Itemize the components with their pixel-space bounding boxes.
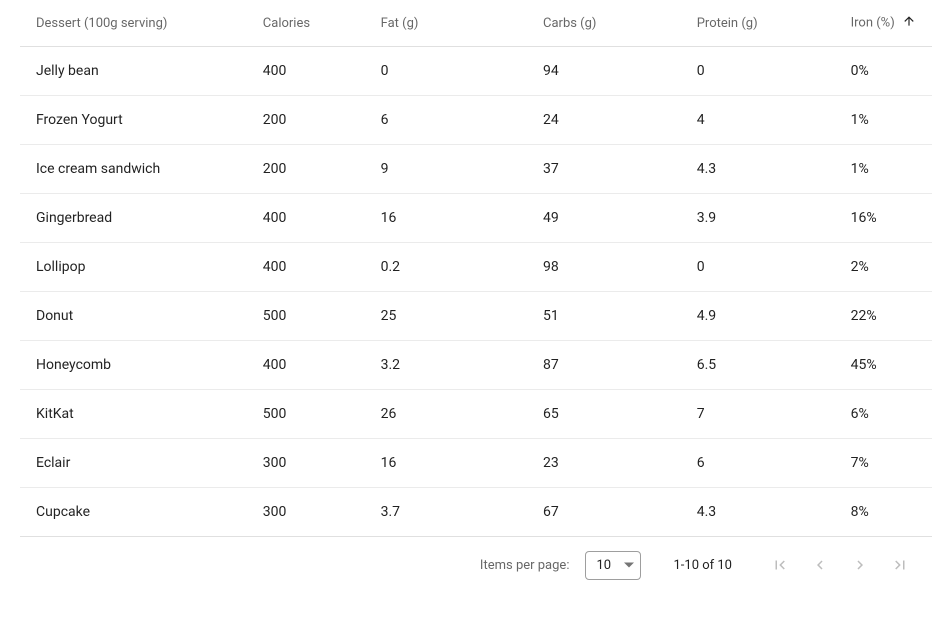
- cell-calories: 400: [247, 341, 365, 390]
- cell-calories: 400: [247, 194, 365, 243]
- cell-protein: 4: [681, 96, 835, 145]
- table-row: Frozen Yogurt20062441%: [20, 96, 932, 145]
- cell-fat: 0.2: [365, 243, 527, 292]
- table-row: Lollipop4000.29802%: [20, 243, 932, 292]
- cell-iron: 8%: [835, 488, 932, 537]
- cell-calories: 400: [247, 47, 365, 96]
- cell-carbs: 87: [527, 341, 681, 390]
- last-page-button[interactable]: [884, 549, 916, 581]
- prev-page-button[interactable]: [804, 549, 836, 581]
- cell-dessert: Lollipop: [20, 243, 247, 292]
- data-table: Dessert (100g serving) Calories Fat (g) …: [0, 0, 952, 593]
- cell-carbs: 23: [527, 439, 681, 488]
- page-size-value: 10: [596, 558, 611, 573]
- cell-protein: 4.3: [681, 145, 835, 194]
- table-row: Jelly bean40009400%: [20, 47, 932, 96]
- cell-protein: 6: [681, 439, 835, 488]
- cell-carbs: 65: [527, 390, 681, 439]
- cell-calories: 500: [247, 390, 365, 439]
- table-row: Eclair300162367%: [20, 439, 932, 488]
- cell-fat: 16: [365, 194, 527, 243]
- cell-protein: 6.5: [681, 341, 835, 390]
- cell-fat: 0: [365, 47, 527, 96]
- table-row: Gingerbread40016493.916%: [20, 194, 932, 243]
- cell-dessert: Cupcake: [20, 488, 247, 537]
- range-label: 1-10 of 10: [673, 558, 732, 573]
- first-page-icon: [771, 556, 789, 574]
- cell-dessert: KitKat: [20, 390, 247, 439]
- cell-carbs: 49: [527, 194, 681, 243]
- first-page-button[interactable]: [764, 549, 796, 581]
- col-header-carbs[interactable]: Carbs (g): [527, 0, 681, 47]
- last-page-icon: [891, 556, 909, 574]
- cell-protein: 3.9: [681, 194, 835, 243]
- cell-dessert: Ice cream sandwich: [20, 145, 247, 194]
- cell-iron: 1%: [835, 145, 932, 194]
- cell-fat: 25: [365, 292, 527, 341]
- cell-dessert: Honeycomb: [20, 341, 247, 390]
- cell-protein: 7: [681, 390, 835, 439]
- caret-down-icon: [624, 563, 634, 568]
- cell-protein: 0: [681, 243, 835, 292]
- cell-iron: 0%: [835, 47, 932, 96]
- cell-carbs: 51: [527, 292, 681, 341]
- page-size-select[interactable]: 10: [585, 551, 641, 580]
- cell-iron: 45%: [835, 341, 932, 390]
- cell-fat: 3.7: [365, 488, 527, 537]
- cell-carbs: 67: [527, 488, 681, 537]
- cell-protein: 0: [681, 47, 835, 96]
- cell-fat: 16: [365, 439, 527, 488]
- cell-calories: 400: [247, 243, 365, 292]
- cell-calories: 200: [247, 96, 365, 145]
- col-header-dessert[interactable]: Dessert (100g serving): [20, 0, 247, 47]
- cell-protein: 4.9: [681, 292, 835, 341]
- chevron-left-icon: [811, 556, 829, 574]
- chevron-right-icon: [851, 556, 869, 574]
- table-row: Cupcake3003.7674.38%: [20, 488, 932, 537]
- cell-carbs: 94: [527, 47, 681, 96]
- cell-dessert: Jelly bean: [20, 47, 247, 96]
- table-row: Ice cream sandwich2009374.31%: [20, 145, 932, 194]
- cell-protein: 4.3: [681, 488, 835, 537]
- cell-fat: 3.2: [365, 341, 527, 390]
- col-header-fat[interactable]: Fat (g): [365, 0, 527, 47]
- cell-calories: 300: [247, 488, 365, 537]
- cell-iron: 16%: [835, 194, 932, 243]
- cell-dessert: Gingerbread: [20, 194, 247, 243]
- paginator: Items per page: 10 1-10 of 10: [20, 537, 932, 593]
- cell-fat: 6: [365, 96, 527, 145]
- cell-iron: 2%: [835, 243, 932, 292]
- table-row: KitKat500266576%: [20, 390, 932, 439]
- cell-carbs: 37: [527, 145, 681, 194]
- col-header-iron[interactable]: Iron (%): [835, 0, 932, 47]
- col-header-calories[interactable]: Calories: [247, 0, 365, 47]
- col-header-protein[interactable]: Protein (g): [681, 0, 835, 47]
- cell-iron: 1%: [835, 96, 932, 145]
- next-page-button[interactable]: [844, 549, 876, 581]
- cell-dessert: Frozen Yogurt: [20, 96, 247, 145]
- cell-iron: 7%: [835, 439, 932, 488]
- cell-iron: 6%: [835, 390, 932, 439]
- cell-dessert: Eclair: [20, 439, 247, 488]
- cell-dessert: Donut: [20, 292, 247, 341]
- table-header-row: Dessert (100g serving) Calories Fat (g) …: [20, 0, 932, 47]
- cell-fat: 9: [365, 145, 527, 194]
- cell-carbs: 24: [527, 96, 681, 145]
- cell-iron: 22%: [835, 292, 932, 341]
- cell-calories: 300: [247, 439, 365, 488]
- table-row: Honeycomb4003.2876.545%: [20, 341, 932, 390]
- table-row: Donut50025514.922%: [20, 292, 932, 341]
- cell-calories: 200: [247, 145, 365, 194]
- arrow-up-icon: [902, 14, 916, 32]
- cell-calories: 500: [247, 292, 365, 341]
- cell-carbs: 98: [527, 243, 681, 292]
- cell-fat: 26: [365, 390, 527, 439]
- items-per-page-label: Items per page:: [480, 558, 570, 573]
